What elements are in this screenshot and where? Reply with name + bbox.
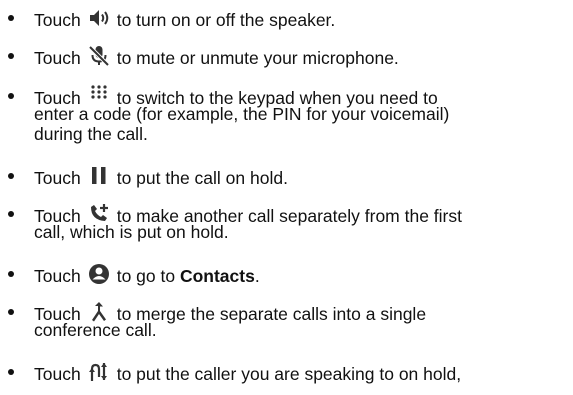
touch-label: Touch: [34, 364, 81, 384]
item-line: to go to: [116, 266, 180, 286]
mute-microphone-icon: [87, 44, 111, 68]
bullet: [8, 309, 14, 315]
list-item-text-continued: conference call.: [34, 320, 157, 340]
item-line: to turn on or off the speaker.: [116, 10, 336, 30]
item-line: to put the caller you are speaking to on…: [116, 364, 462, 384]
speaker-icon: [87, 6, 111, 30]
item-line: to mute or unmute your microphone.: [116, 48, 399, 68]
item-line-end: .: [254, 266, 260, 286]
list-item-text: Touch to go to Contacts.: [34, 262, 260, 286]
swap-calls-icon: [87, 360, 111, 384]
bullet: [8, 271, 14, 277]
contacts-link-text: Contacts: [179, 266, 255, 286]
touch-label: Touch: [34, 10, 81, 30]
pause-icon: [87, 164, 111, 188]
bullet: [8, 173, 14, 179]
list-item-text-continued: during the call.: [34, 124, 148, 144]
bullet: [8, 93, 14, 99]
list-item-text: Touch to turn on or off the speaker.: [34, 6, 335, 30]
item-line: to merge the separate calls into a singl…: [116, 304, 427, 324]
touch-label: Touch: [34, 48, 81, 68]
list-item-text: Touch to put the caller you are speaking …: [34, 360, 461, 384]
list-item-text: Touch to mute or unmute your microphone.: [34, 44, 399, 68]
list-item-text-continued: enter a code (for example, the PIN for y…: [34, 104, 450, 124]
bullet: [8, 15, 14, 21]
bullet: [8, 211, 14, 217]
bullet: [8, 53, 14, 59]
contacts-icon: [87, 262, 111, 286]
list-item-text-continued: call, which is put on hold.: [34, 222, 229, 242]
touch-label: Touch: [34, 168, 81, 188]
touch-label: Touch: [34, 266, 81, 286]
list-item-text: Touch to put the call on hold.: [34, 164, 288, 188]
bullet: [8, 369, 14, 375]
item-line: to put the call on hold.: [116, 168, 288, 188]
